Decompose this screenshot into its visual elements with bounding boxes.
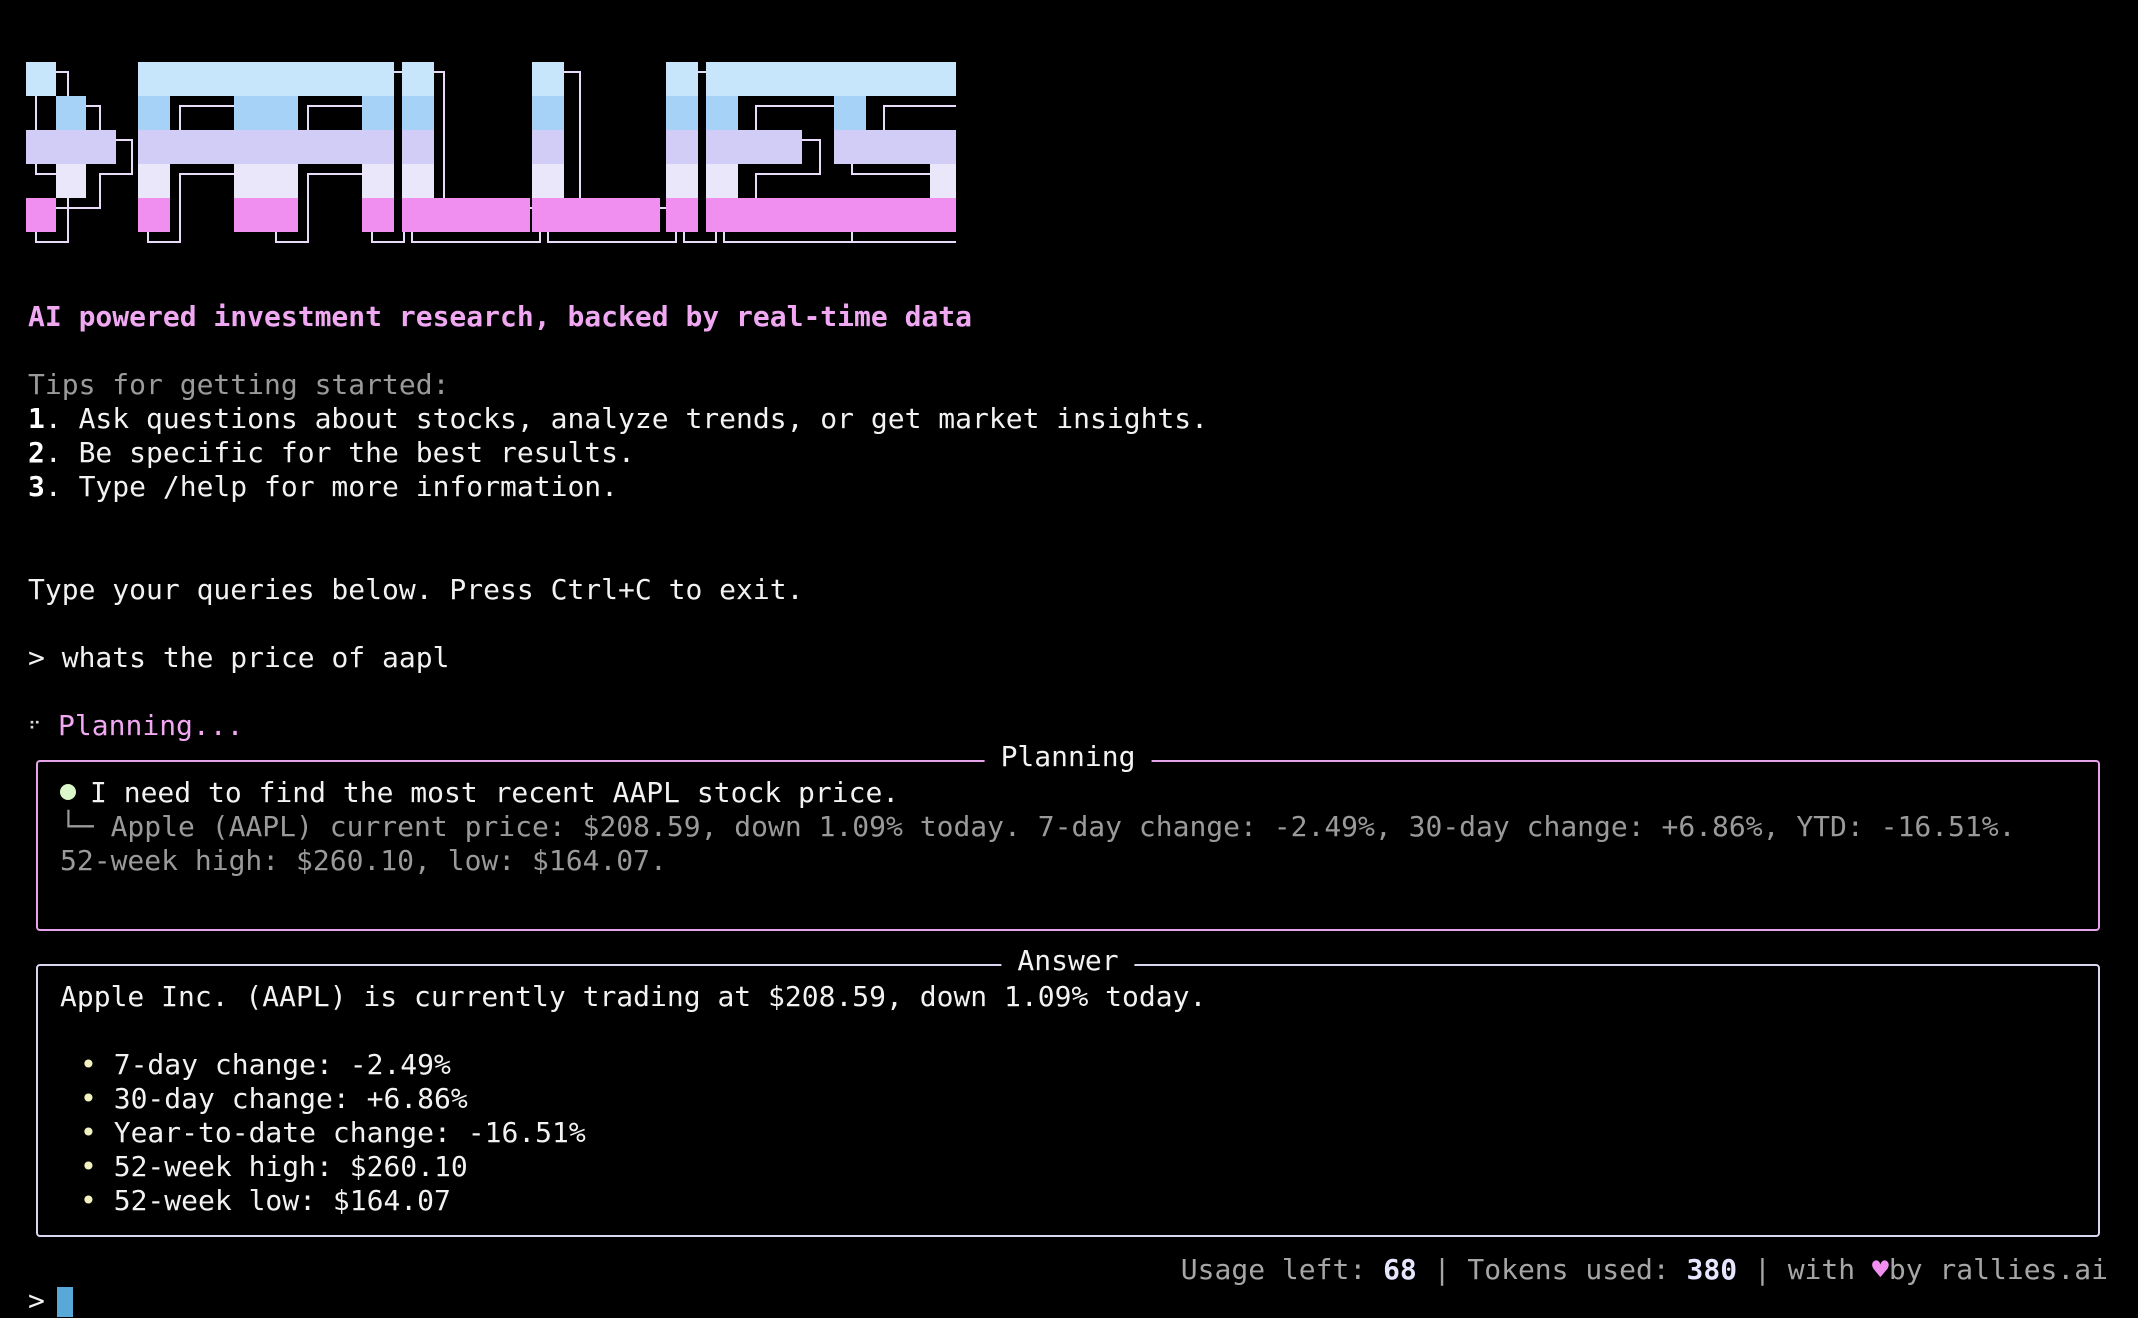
instructions: Type your queries below. Press Ctrl+C to… (28, 573, 804, 606)
input-line[interactable]: > (28, 1284, 73, 1318)
usage-status: Usage left: 68 | Tokens used: 380 | with… (1180, 1253, 2108, 1286)
step-dot-icon (60, 784, 76, 800)
spinner-icon: ⠋ (28, 719, 42, 740)
tip-item: 3. Type /help for more information. (28, 470, 619, 503)
usage-value: 68 (1383, 1253, 1417, 1286)
answer-summary: Apple Inc. (AAPL) is currently trading a… (60, 980, 1207, 1013)
answer-panel: Answer Apple Inc. (AAPL) is currently tr… (36, 944, 2100, 1237)
tagline: AI powered investment research, backed b… (28, 300, 973, 333)
list-item: • 7-day change: -2.49% (80, 1048, 451, 1081)
planning-title: Planning (984, 740, 1152, 774)
status-line: ⠋ Planning... (28, 709, 243, 747)
tokens-value: 380 (1686, 1253, 1738, 1286)
heart-icon: ♥ (1871, 1253, 1889, 1286)
list-item: • 52-week high: $260.10 (80, 1150, 468, 1183)
query-text: whats the price of aapl (61, 641, 450, 674)
answer-title: Answer (1001, 944, 1135, 978)
list-item: • 52-week low: $164.07 (80, 1184, 451, 1217)
status-text: Planning... (58, 709, 244, 742)
query-line: > whats the price of aapl (28, 641, 449, 675)
branch-icon: └─ (60, 810, 94, 843)
prompt-symbol: > (28, 1284, 45, 1317)
list-item: • Year-to-date change: -16.51% (80, 1116, 586, 1149)
prompt-symbol: > (28, 641, 45, 674)
text-cursor[interactable] (56, 1287, 73, 1317)
tip-item: 2. Be specific for the best results. (28, 436, 635, 469)
planning-step: I need to find the most recent AAPL stoc… (60, 776, 2076, 810)
tips-heading: Tips for getting started: (28, 368, 450, 401)
planning-panel: Planning I need to find the most recent … (36, 740, 2100, 931)
rallies-logo (26, 62, 956, 243)
planning-result: └─ Apple (AAPL) current price: $208.59, … (60, 810, 2033, 877)
list-item: • 30-day change: +6.86% (80, 1082, 468, 1115)
tip-item: 1. Ask questions about stocks, analyze t… (28, 402, 1209, 435)
